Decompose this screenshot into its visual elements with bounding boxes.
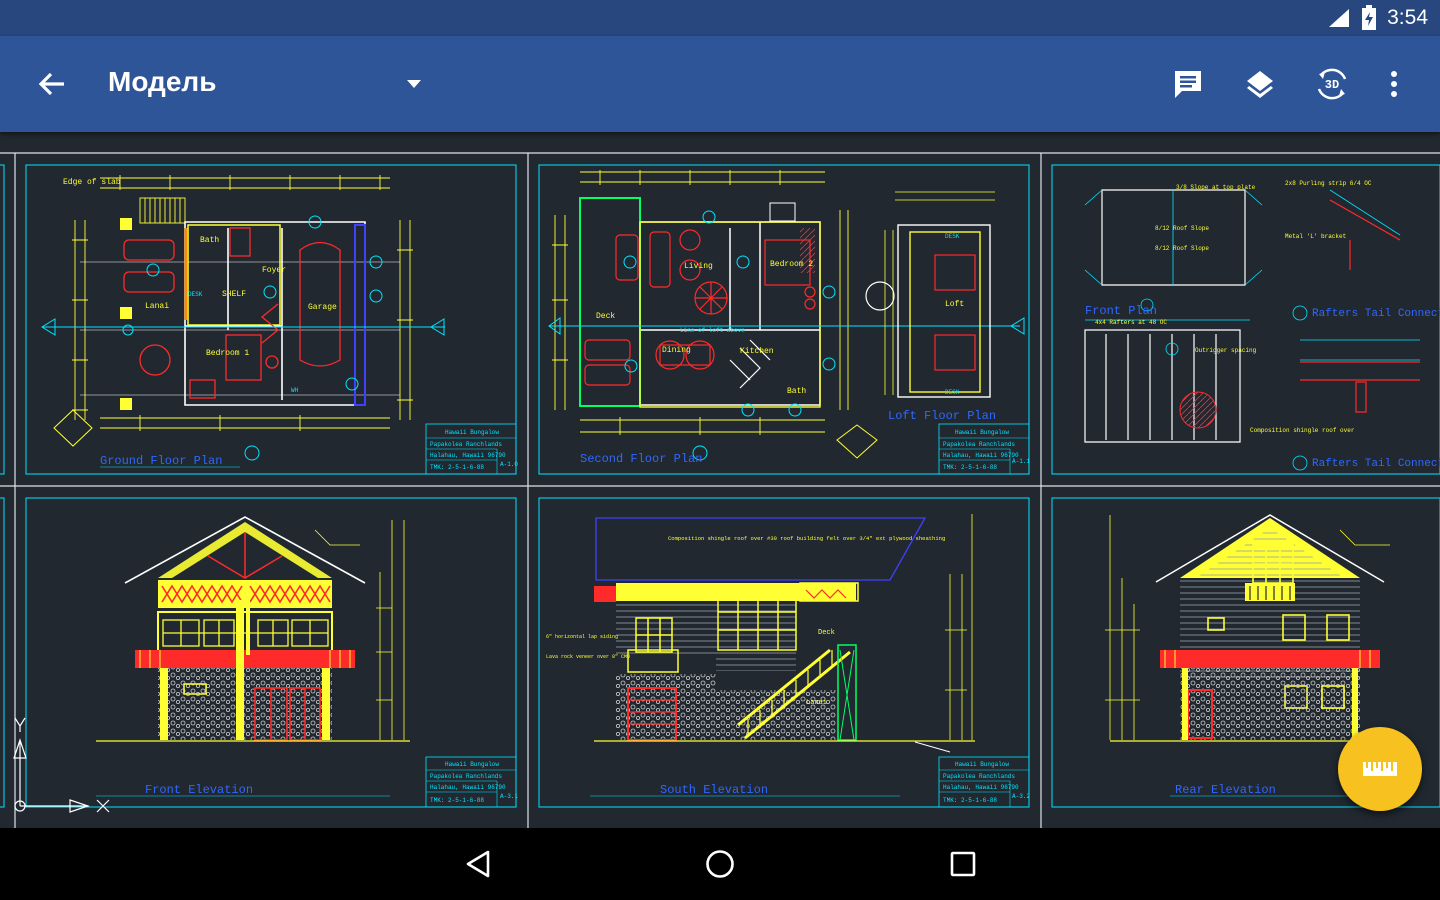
more-vert-icon <box>1391 71 1397 97</box>
sheet-title-front-plan: Front Plan <box>1085 304 1157 318</box>
title-block-project-5: Hawaii Bungalow <box>955 761 1009 768</box>
title-block-tmk-5: TMK: 2-5-1-6-88 <box>943 797 997 804</box>
svg-text:Living: Living <box>684 262 713 271</box>
triangle-down-icon <box>407 80 421 88</box>
app-bar: Модель 3D <box>0 36 1440 132</box>
cad-drawing: Edge of slab Bath Foyer Lanai Garage Bedro… <box>0 152 1440 828</box>
3d-label: 3D <box>1325 78 1339 92</box>
svg-text:Foyer: Foyer <box>262 266 286 275</box>
nav-recents-button[interactable] <box>939 842 987 886</box>
clock: 3:54 <box>1387 6 1428 29</box>
system-nav-bar <box>0 828 1440 900</box>
second-floor-plan: Deck Living Bedroom 2 Dining Kitchen Bath Lof… <box>548 170 1030 475</box>
nav-home-button[interactable] <box>696 842 744 886</box>
arrow-back-icon <box>38 72 64 96</box>
svg-text:4x4 Rafters at 48 OC: 4x4 Rafters at 48 OC <box>1095 319 1167 326</box>
title-block-project-4: Hawaii Bungalow <box>445 761 499 768</box>
svg-text:Kitchen: Kitchen <box>740 347 774 356</box>
title-block-project-1: Hawaii Bungalow <box>445 429 499 436</box>
svg-text:8/12 Roof Slope: 8/12 Roof Slope <box>1155 245 1209 252</box>
title-block-tmk-1: TMK: 2-5-1-6-88 <box>430 464 484 471</box>
svg-text:SHELF: SHELF <box>222 290 246 299</box>
back-button[interactable] <box>28 60 76 108</box>
svg-text:Line of loft above: Line of loft above <box>680 327 745 334</box>
svg-text:Bath: Bath <box>787 387 806 396</box>
back-triangle-icon <box>466 850 490 878</box>
svg-text:WH: WH <box>291 387 299 394</box>
svg-text:Outrigger spacing: Outrigger spacing <box>1195 347 1257 354</box>
comments-button[interactable] <box>1164 60 1212 108</box>
title-block-client-5: Papakolea Ranchlands <box>943 773 1015 780</box>
title-block-client-4: Papakolea Ranchlands <box>430 773 502 780</box>
sheet-title-5: South Elevation <box>660 783 768 797</box>
front-elevation: Front Elevation Hawaii Bungalow Papakole… <box>96 516 518 808</box>
svg-text:8/12 Roof Slope: 8/12 Roof Slope <box>1155 225 1209 232</box>
title-block-project-2: Hawaii Bungalow <box>955 429 1009 436</box>
detail-title-2: Rafters Tail Connection <box>1312 458 1440 470</box>
comment-icon <box>1175 71 1201 98</box>
sheet-title-1: Ground Floor Plan <box>100 454 222 468</box>
ruler-icon <box>1363 762 1397 776</box>
svg-text:Deck: Deck <box>596 312 615 321</box>
status-bar: 3:54 <box>0 0 1440 36</box>
svg-text:Dining: Dining <box>662 346 691 355</box>
title-block-client-2: Papakolea Ranchlands <box>943 441 1015 448</box>
detail-title-1: Rafters Tail Connection <box>1312 308 1440 320</box>
sheet-title-2: Second Floor Plan <box>580 452 702 466</box>
nav-back-button[interactable] <box>454 842 502 886</box>
title-block-tmk-2: TMK: 2-5-1-6-88 <box>943 464 997 471</box>
svg-text:Loft: Loft <box>945 300 964 309</box>
layers-icon <box>1247 71 1273 98</box>
drawing-canvas[interactable]: Edge of slab Bath Foyer Lanai Garage Bedro… <box>0 132 1440 828</box>
home-circle-icon <box>706 850 734 878</box>
layers-button[interactable] <box>1236 60 1284 108</box>
svg-text:2x8 Purling strip 6/4 OC: 2x8 Purling strip 6/4 OC <box>1285 180 1372 187</box>
svg-text:Metal 'L' bracket: Metal 'L' bracket <box>1285 233 1346 240</box>
3d-view-button[interactable]: 3D <box>1308 60 1356 108</box>
svg-text:DESK: DESK <box>945 233 960 240</box>
svg-text:DESK: DESK <box>188 291 203 298</box>
svg-text:Bedroom 1: Bedroom 1 <box>206 349 249 358</box>
view-title[interactable]: Модель <box>108 66 216 98</box>
view-dropdown-button[interactable] <box>398 72 430 96</box>
roof-framing-details: 3/8 Slope at top plate 8/12 Roof Slope 8/1… <box>1084 180 1440 471</box>
sheet-title-6: Rear Elevation <box>1175 783 1276 797</box>
svg-text:DESK: DESK <box>945 389 960 396</box>
title-block-address-4: Halahau, Hawaii 96790 <box>430 784 506 791</box>
svg-text:Bedroom 2: Bedroom 2 <box>770 260 813 269</box>
sheet-title-4: Front Elevation <box>145 783 253 797</box>
title-block-address-2: Halahau, Hawaii 96790 <box>943 452 1019 459</box>
sheet-number-1: A-1.0 <box>500 461 518 468</box>
svg-text:Lanai: Lanai <box>806 699 827 707</box>
svg-text:6" horizontal lap siding: 6" horizontal lap siding <box>546 634 618 640</box>
ucs-axis-icon <box>13 717 110 813</box>
ground-floor-plan: Edge of slab Bath Foyer Lanai Garage Bedro… <box>41 175 518 475</box>
south-elevation: Composition shingle roof over #30 roof b… <box>546 514 1030 808</box>
svg-text:Deck: Deck <box>818 629 835 637</box>
svg-text:Lanai: Lanai <box>145 302 169 311</box>
title-block-tmk-4: TMK: 2-5-1-6-88 <box>430 797 484 804</box>
recents-square-icon <box>950 851 976 877</box>
title-block-client-1: Papakolea Ranchlands <box>430 441 502 448</box>
rotate-3d-icon: 3D <box>1317 68 1347 100</box>
svg-text:Garage: Garage <box>308 303 337 312</box>
svg-text:Composition shingle roof over: Composition shingle roof over <box>1250 427 1355 434</box>
svg-text:3/8 Slope at top plate: 3/8 Slope at top plate <box>1176 184 1256 191</box>
svg-text:Edge of slab: Edge of slab <box>63 178 121 187</box>
sheet-number-4: A-3.1 <box>500 793 518 800</box>
more-options-button[interactable] <box>1370 60 1418 108</box>
svg-text:Bath: Bath <box>200 236 219 245</box>
title-block-address-5: Halahau, Hawaii 96790 <box>943 784 1019 791</box>
sheet-number-2: A-1.1 <box>1012 458 1030 465</box>
svg-text:Composition shingle roof over: Composition shingle roof over #30 roof b… <box>668 535 945 542</box>
battery-charging-icon <box>1362 5 1377 30</box>
title-block-address-1: Halahau, Hawaii 96790 <box>430 452 506 459</box>
sheet-number-5: A-3.2 <box>1012 793 1030 800</box>
measure-fab[interactable] <box>1338 727 1422 811</box>
svg-text:Lava rock veneer over 8" CMU: Lava rock veneer over 8" CMU <box>546 654 630 660</box>
sheet-title-loft: Loft Floor Plan <box>888 409 996 423</box>
wifi-icon <box>1329 9 1350 27</box>
